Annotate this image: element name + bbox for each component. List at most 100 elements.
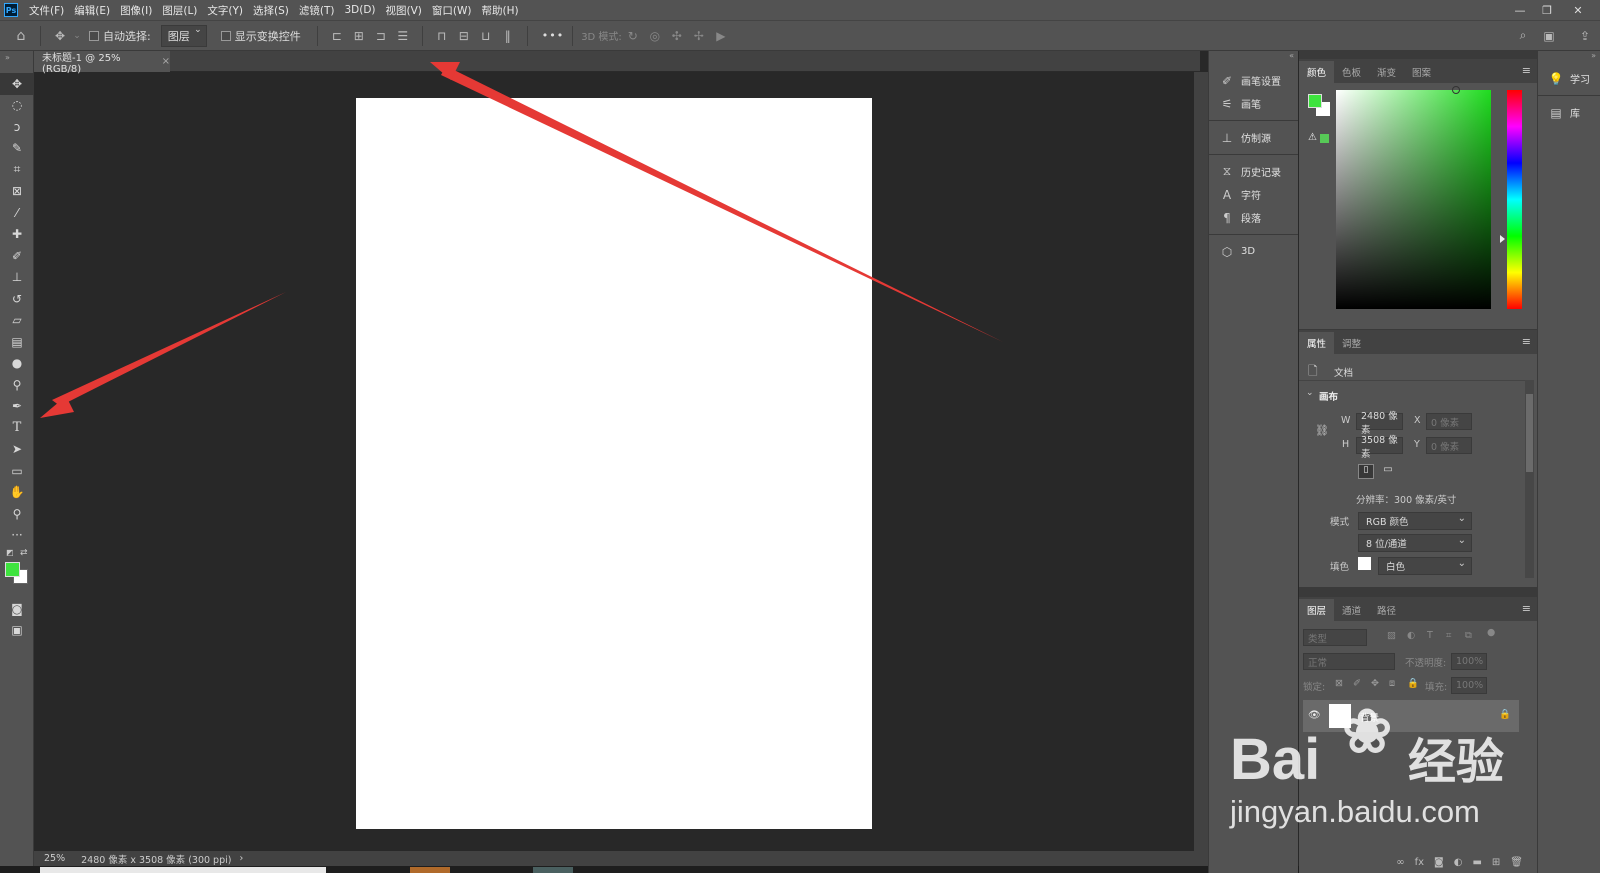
layer-filter-dropdown[interactable]: 类型: [1303, 629, 1367, 646]
dock-clone-source-label: 仿制源: [1241, 134, 1271, 145]
dock-clone-source[interactable]: ⊥ 仿制源: [1209, 126, 1298, 149]
collapsed-panels-dock: « ✐ 画笔设置 ⚟ 画笔 ⊥ 仿制源 ⧖ 历史记录 A 字符 ¶ 段落 ⬡ 3D: [1208, 51, 1298, 873]
lock-position-icon[interactable]: ✥: [1371, 678, 1379, 689]
layer-row-background[interactable]: 👁 背景 🔒: [1303, 700, 1519, 732]
opacity-field[interactable]: 100%: [1451, 653, 1487, 670]
hue-slider-handle[interactable]: [1500, 235, 1505, 243]
clone-source-icon: ⊥: [1221, 130, 1233, 145]
delete-layer-icon[interactable]: 🗑: [1510, 857, 1523, 868]
lock-transparency-icon[interactable]: ⊠: [1335, 678, 1343, 689]
hue-slider[interactable]: [1507, 90, 1522, 309]
dock-history-label: 历史记录: [1241, 168, 1281, 179]
fill-label: 填色: [1330, 562, 1350, 573]
dock-3d[interactable]: ⬡ 3D: [1209, 240, 1298, 263]
x-label: X: [1414, 415, 1421, 426]
adjustment-layer-icon[interactable]: ◐: [1454, 857, 1463, 868]
tab-patterns[interactable]: 图案: [1404, 61, 1439, 83]
tab-channels[interactable]: 通道: [1334, 599, 1369, 621]
mode-label: 模式: [1330, 517, 1350, 528]
dock-character[interactable]: A 字符: [1209, 183, 1298, 206]
tab-paths[interactable]: 路径: [1369, 599, 1404, 621]
filter-type-icon[interactable]: T: [1427, 630, 1433, 641]
tab-adjustments[interactable]: 调整: [1334, 332, 1369, 354]
x-field[interactable]: 0 像素: [1426, 413, 1472, 430]
new-group-icon[interactable]: ▬: [1472, 857, 1481, 868]
properties-panel-tabs: 属性 调整 ≡: [1299, 330, 1537, 354]
y-label: Y: [1414, 439, 1420, 450]
width-label: W: [1341, 415, 1351, 426]
dock-paragraph-label: 段落: [1241, 214, 1261, 225]
dock-paragraph[interactable]: ¶ 段落: [1209, 206, 1298, 229]
new-layer-icon[interactable]: ⊞: [1492, 857, 1500, 868]
filter-pixel-icon[interactable]: ▨: [1387, 630, 1396, 641]
lock-pixels-icon[interactable]: ✐: [1353, 678, 1361, 689]
blend-mode-dropdown[interactable]: 正常: [1303, 653, 1395, 670]
layer-style-fx-icon[interactable]: fx: [1415, 857, 1424, 868]
color-picker-cursor[interactable]: [1452, 86, 1460, 94]
color-panel-fg-swatch[interactable]: [1308, 94, 1322, 108]
right-dock-collapse-icon[interactable]: »: [1538, 51, 1600, 61]
tab-color[interactable]: 颜色: [1299, 61, 1335, 83]
dock-libraries-label: 库: [1570, 109, 1580, 120]
color-picker-field[interactable]: [1336, 90, 1491, 309]
y-field[interactable]: 0 像素: [1426, 437, 1472, 454]
layers-panel: 图层 通道 路径 ≡ 类型 ▨ ◐ T ⌗ ⧉ ● 正常 不透明度: 100% …: [1299, 597, 1537, 873]
dock-3d-label: 3D: [1241, 246, 1256, 257]
filter-toggle-icon[interactable]: ●: [1487, 627, 1495, 638]
tab-layers[interactable]: 图层: [1299, 599, 1335, 621]
tab-swatches[interactable]: 色板: [1334, 61, 1369, 83]
dock-brushes[interactable]: ⚟ 画笔: [1209, 92, 1298, 115]
dock-brush-settings[interactable]: ✐ 画笔设置: [1209, 69, 1298, 92]
properties-scrollbar[interactable]: [1525, 380, 1534, 578]
properties-scroll-thumb[interactable]: [1526, 394, 1533, 472]
tab-gradients[interactable]: 渐变: [1369, 61, 1404, 83]
bit-depth-dropdown[interactable]: 8 位/通道: [1358, 534, 1472, 552]
layers-panel-tabs: 图层 通道 路径 ≡: [1299, 597, 1537, 621]
filter-shape-icon[interactable]: ⌗: [1446, 630, 1451, 641]
canvas-section-chevron-icon[interactable]: ⌄: [1306, 388, 1314, 398]
fill-dropdown[interactable]: 白色: [1378, 557, 1472, 575]
dock-brushes-label: 画笔: [1241, 100, 1261, 111]
dock-learn-label: 学习: [1570, 75, 1590, 86]
filter-smart-object-icon[interactable]: ⧉: [1465, 630, 1472, 641]
dock-character-label: 字符: [1241, 191, 1261, 202]
3d-cube-icon: ⬡: [1221, 244, 1233, 259]
gamut-color-chip[interactable]: [1320, 134, 1329, 143]
panel-menu-icon[interactable]: ≡: [1522, 64, 1531, 77]
right-dock: » 💡 学习 ▤ 库: [1537, 51, 1600, 873]
lock-all-icon[interactable]: 🔒: [1407, 678, 1419, 689]
dock-collapse-icon[interactable]: «: [1209, 51, 1298, 61]
fill-opacity-field[interactable]: 100%: [1451, 677, 1487, 694]
panel-menu-icon[interactable]: ≡: [1522, 602, 1531, 615]
add-mask-icon[interactable]: ◙: [1434, 857, 1444, 868]
layer-visibility-eye-icon[interactable]: 👁: [1308, 710, 1321, 721]
opacity-label: 不透明度:: [1405, 658, 1447, 669]
dock-history[interactable]: ⧖ 历史记录: [1209, 160, 1298, 183]
document-label: 文档: [1334, 368, 1354, 379]
layer-name[interactable]: 背景: [1360, 710, 1379, 724]
filter-adjustment-icon[interactable]: ◐: [1407, 630, 1415, 641]
fill-color-swatch[interactable]: [1358, 557, 1371, 570]
tab-properties[interactable]: 属性: [1299, 332, 1335, 354]
color-panel: 颜色 色板 渐变 图案 ≡ ⚠: [1299, 59, 1537, 329]
canvas-section-title: 画布: [1319, 392, 1339, 403]
arrow-to-options-bar: [430, 62, 1003, 342]
layers-footer: ∞ fx ◙ ◐ ▬ ⊞ 🗑: [1299, 851, 1537, 873]
dock-brush-settings-label: 画笔设置: [1241, 77, 1281, 88]
color-mode-dropdown[interactable]: RGB 颜色: [1358, 512, 1472, 530]
dock-learn[interactable]: 💡 学习: [1538, 67, 1600, 90]
landscape-orientation-icon[interactable]: ▭: [1380, 464, 1396, 479]
link-dimensions-icon[interactable]: ⛓: [1315, 424, 1329, 437]
portrait-orientation-icon[interactable]: ▯: [1358, 464, 1374, 479]
resolution-text: 分辨率：300 像素/英寸: [1356, 495, 1457, 506]
link-layers-icon[interactable]: ∞: [1396, 857, 1404, 868]
dock-libraries[interactable]: ▤ 库: [1538, 101, 1600, 124]
layer-thumbnail[interactable]: [1329, 704, 1351, 728]
panel-menu-icon[interactable]: ≡: [1522, 335, 1531, 348]
lock-artboard-icon[interactable]: ⧈: [1389, 678, 1395, 689]
properties-panel: 属性 调整 ≡ 🗋 文档 ⌄ 画布 ⛓ W 2480 像素 X 0 像素 H 3…: [1299, 330, 1537, 587]
layer-lock-icon[interactable]: 🔒: [1499, 709, 1511, 720]
panels-column: 颜色 色板 渐变 图案 ≡ ⚠ 属性 调整 ≡ 🗋 文档 ⌄ 画布 ⛓ W 24…: [1299, 51, 1537, 873]
width-field[interactable]: 2480 像素: [1356, 411, 1403, 436]
height-field[interactable]: 3508 像素: [1356, 435, 1403, 460]
